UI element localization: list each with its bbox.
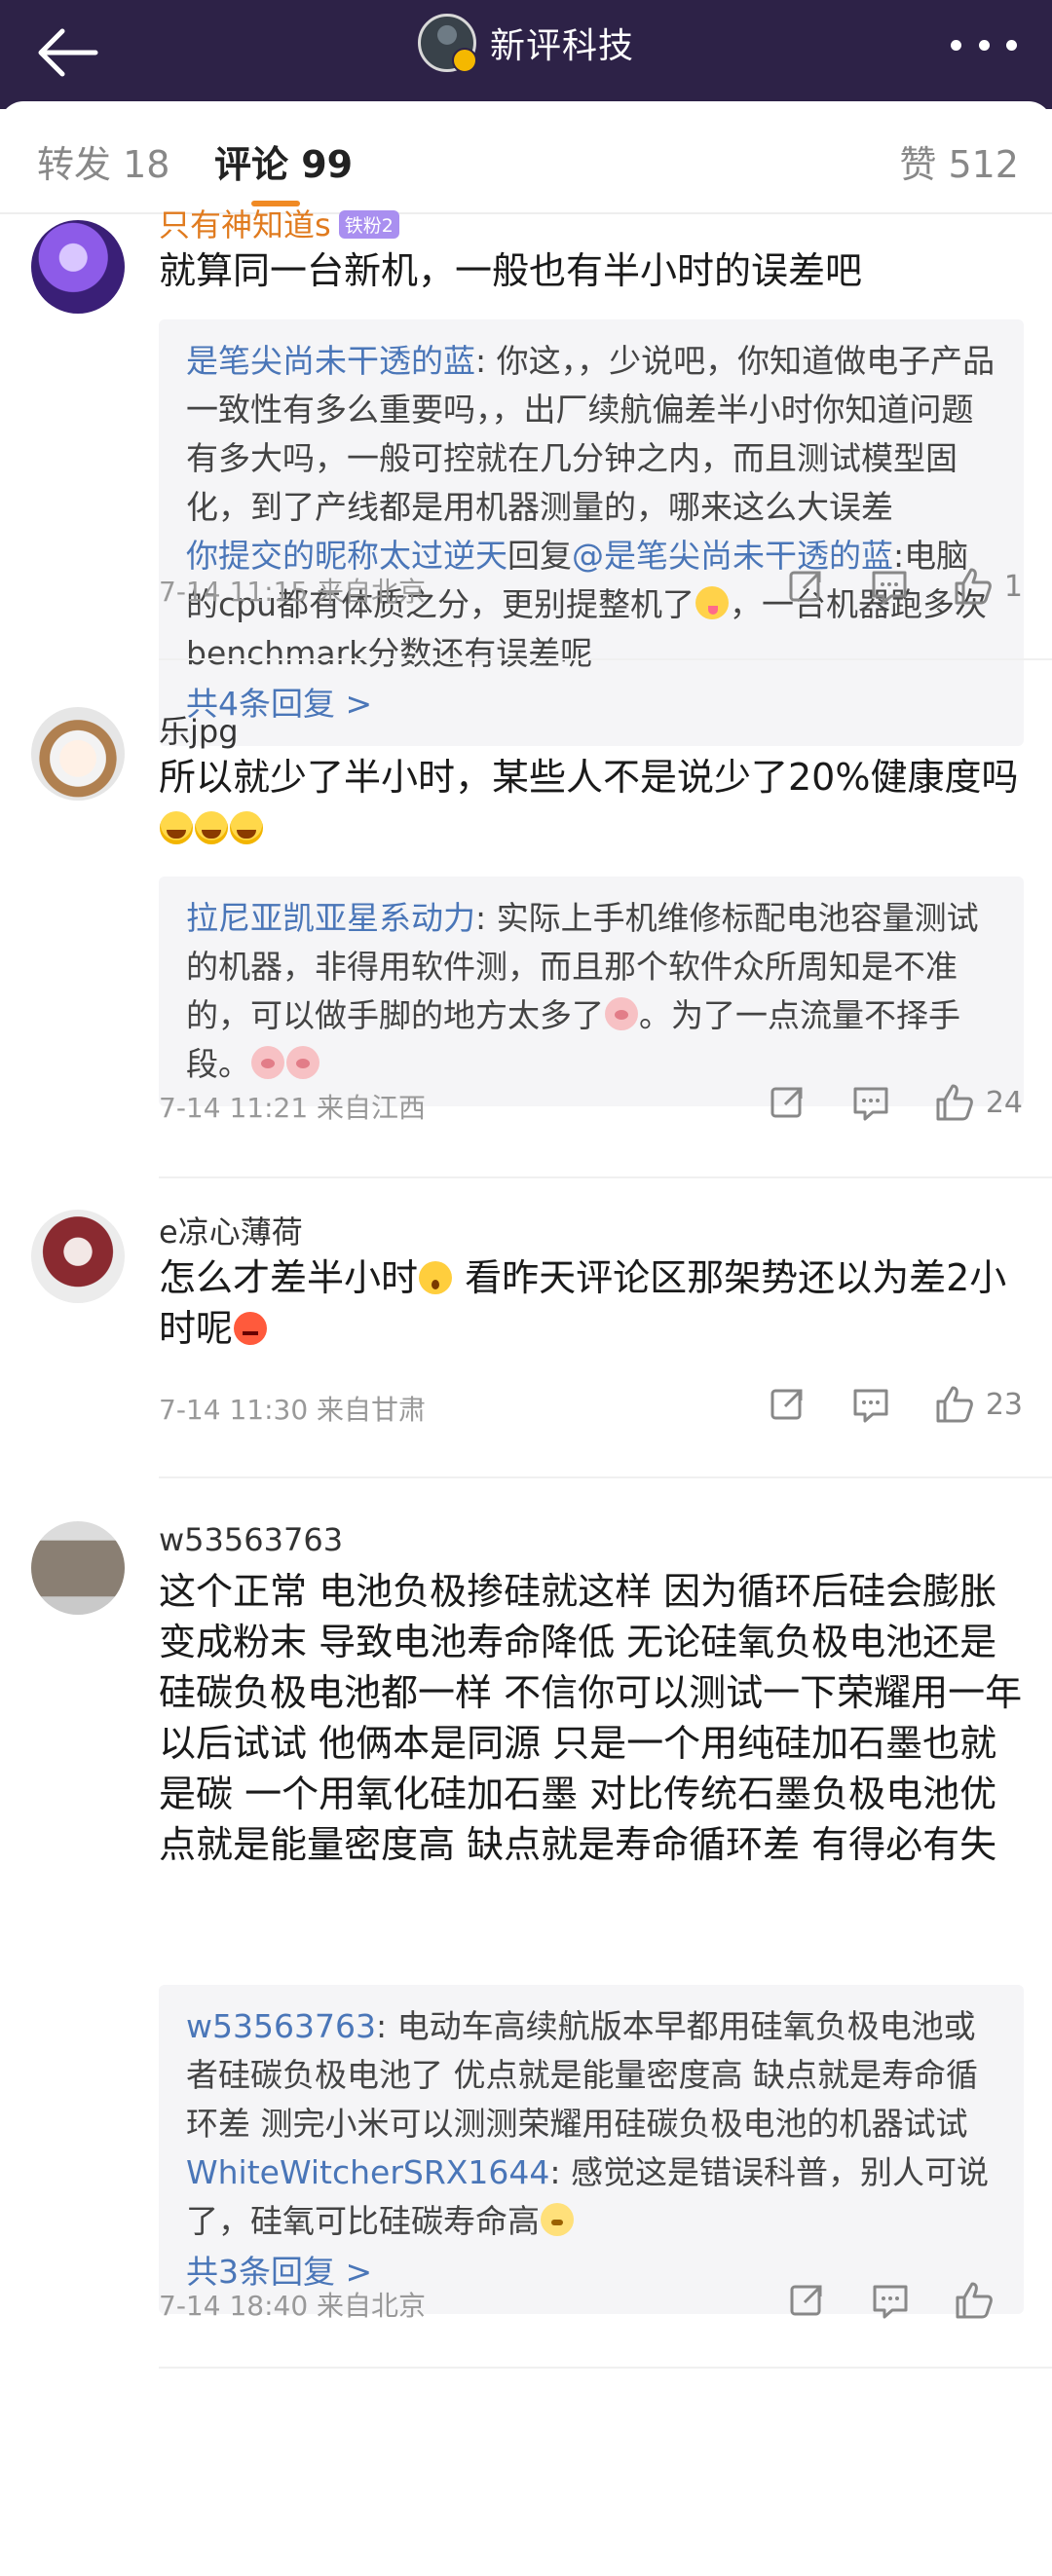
share-icon bbox=[770, 1389, 803, 1420]
comment-username[interactable]: 乐jpg bbox=[159, 707, 239, 752]
ellipsis-icon bbox=[951, 39, 961, 51]
like-button[interactable] bbox=[953, 2279, 1023, 2322]
avatar[interactable] bbox=[31, 220, 125, 314]
share-icon bbox=[789, 571, 821, 602]
reply-item: w53563763: 电动车高续航版本早都用硅氧负极电池或者硅碳负极电池了 优点… bbox=[186, 2007, 978, 2143]
tab-divider bbox=[0, 212, 1052, 214]
like-count: 1 bbox=[1003, 569, 1023, 604]
laugh-emoji-icon bbox=[160, 811, 193, 844]
cat-emoji-icon bbox=[541, 2203, 574, 2236]
fan-badge: 铁粉2 bbox=[338, 210, 399, 239]
reply-button[interactable] bbox=[849, 1081, 892, 1124]
tab-comments[interactable]: 评论 99 bbox=[214, 134, 353, 188]
comment-icon bbox=[872, 571, 907, 605]
reply-button[interactable] bbox=[869, 2279, 912, 2322]
reply-item: 是笔尖尚未干透的蓝: 你这，，少说吧，你知道做电子产品一致性有多么重要吗，，出厂… bbox=[186, 342, 996, 526]
comment-username[interactable]: e凉心薄荷 bbox=[159, 1208, 303, 1252]
comment-actions: 24 bbox=[725, 1081, 1023, 1124]
pig-emoji-icon bbox=[251, 1046, 284, 1079]
avatar[interactable] bbox=[31, 1521, 125, 1615]
comment-meta: 7-14 11:30 来自甘肃 bbox=[159, 1394, 427, 1426]
comment-username[interactable]: w53563763 bbox=[159, 1521, 343, 1558]
like-button[interactable]: 24 bbox=[933, 1081, 1023, 1124]
comment-username[interactable]: 只有神知道s 铁粉2 bbox=[159, 201, 399, 245]
share-icon bbox=[790, 2285, 822, 2316]
share-button[interactable] bbox=[766, 1081, 808, 1124]
thumbs-up-icon bbox=[955, 568, 992, 605]
top-bar: 新评科技 bbox=[0, 0, 1052, 109]
comment-text: 所以就少了半小时，某些人不是说少了20%健康度吗 bbox=[159, 752, 1026, 853]
pig-emoji-icon bbox=[286, 1046, 319, 1079]
reply-button[interactable] bbox=[849, 1383, 892, 1426]
reply-preview[interactable]: 是笔尖尚未干透的蓝: 你这，，少说吧，你知道做电子产品一致性有多么重要吗，，出厂… bbox=[159, 319, 1024, 746]
angry-emoji-icon bbox=[234, 1312, 268, 1345]
reply-button[interactable] bbox=[868, 565, 911, 608]
like-button[interactable]: 23 bbox=[933, 1383, 1023, 1426]
share-icon bbox=[770, 1087, 803, 1118]
like-count: 23 bbox=[985, 1387, 1023, 1422]
tab-bar: 转发 18 评论 99 赞 512 bbox=[0, 101, 1052, 214]
reply-item: WhiteWitcherSRX1644: 感觉这是错误科普，别人可说了，硅氧可比… bbox=[186, 2153, 989, 2240]
surprised-emoji-icon bbox=[419, 1261, 453, 1294]
reply-item: 拉尼亚凯亚星系动力: 实际上手机维修标配电池容量测试的机器，非得用软件测，而且那… bbox=[186, 899, 979, 1083]
account-name[interactable]: 新评科技 bbox=[490, 18, 634, 68]
account-avatar[interactable] bbox=[417, 14, 477, 73]
tab-likes[interactable]: 赞 512 bbox=[899, 134, 1019, 188]
comment-icon bbox=[853, 1087, 888, 1121]
comment-actions bbox=[744, 2279, 1023, 2322]
reply-preview[interactable]: 拉尼亚凯亚星系动力: 实际上手机维修标配电池容量测试的机器，非得用软件测，而且那… bbox=[159, 877, 1024, 1106]
comment-divider bbox=[159, 658, 1052, 660]
tab-repost[interactable]: 转发 18 bbox=[37, 134, 169, 188]
comment-icon bbox=[873, 2285, 908, 2319]
comment-actions: 1 bbox=[743, 565, 1023, 608]
share-button[interactable] bbox=[784, 565, 827, 608]
reply-preview[interactable]: w53563763: 电动车高续航版本早都用硅氧负极电池或者硅碳负极电池了 优点… bbox=[159, 1985, 1024, 2314]
comment-meta: 7-14 11:21 来自江西 bbox=[159, 1092, 427, 1124]
comment-divider bbox=[159, 2367, 1052, 2369]
comment-icon bbox=[853, 1389, 888, 1423]
laugh-emoji-icon bbox=[195, 811, 228, 844]
more-button[interactable] bbox=[951, 27, 1017, 62]
comment-meta: 7-14 11:15 来自北京 bbox=[159, 576, 427, 608]
comment-text: 怎么才差半小时 看昨天评论区那架势还以为差2小时呢 bbox=[159, 1256, 1007, 1350]
view-more-replies[interactable]: 共4条回复 > bbox=[186, 680, 996, 728]
like-count: 24 bbox=[985, 1085, 1023, 1120]
thumbs-up-icon bbox=[956, 2282, 993, 2319]
thumbs-up-icon bbox=[936, 1084, 973, 1121]
laugh-emoji-icon bbox=[230, 811, 263, 844]
comment-divider bbox=[159, 1176, 1052, 1178]
like-button[interactable]: 1 bbox=[952, 565, 1023, 608]
comment-actions: 23 bbox=[725, 1383, 1023, 1426]
comment-text: 这个正常 电池负极掺硅就这样 因为循环后硅会膨胀变成粉末 导致电池寿命降低 无论… bbox=[159, 1570, 1023, 1866]
yummy-emoji-icon bbox=[695, 586, 730, 619]
comment-text: 就算同一台新机，一般也有半小时的误差吧 bbox=[159, 249, 863, 292]
pig-emoji-icon bbox=[605, 997, 638, 1030]
comment-divider bbox=[159, 1476, 1052, 1478]
share-button[interactable] bbox=[766, 1383, 808, 1426]
comment-meta: 7-14 18:40 来自北京 bbox=[159, 2290, 427, 2322]
verified-badge-icon bbox=[451, 48, 477, 73]
avatar[interactable] bbox=[31, 1210, 125, 1303]
thumbs-up-icon bbox=[936, 1386, 973, 1423]
comment-sheet: 转发 18 评论 99 赞 512 只有神知道s 铁粉2 就算同一台新机，一般也有… bbox=[0, 101, 1052, 2576]
account-title[interactable]: 新评科技 bbox=[0, 12, 1052, 74]
share-button[interactable] bbox=[785, 2279, 828, 2322]
avatar[interactable] bbox=[31, 707, 125, 801]
